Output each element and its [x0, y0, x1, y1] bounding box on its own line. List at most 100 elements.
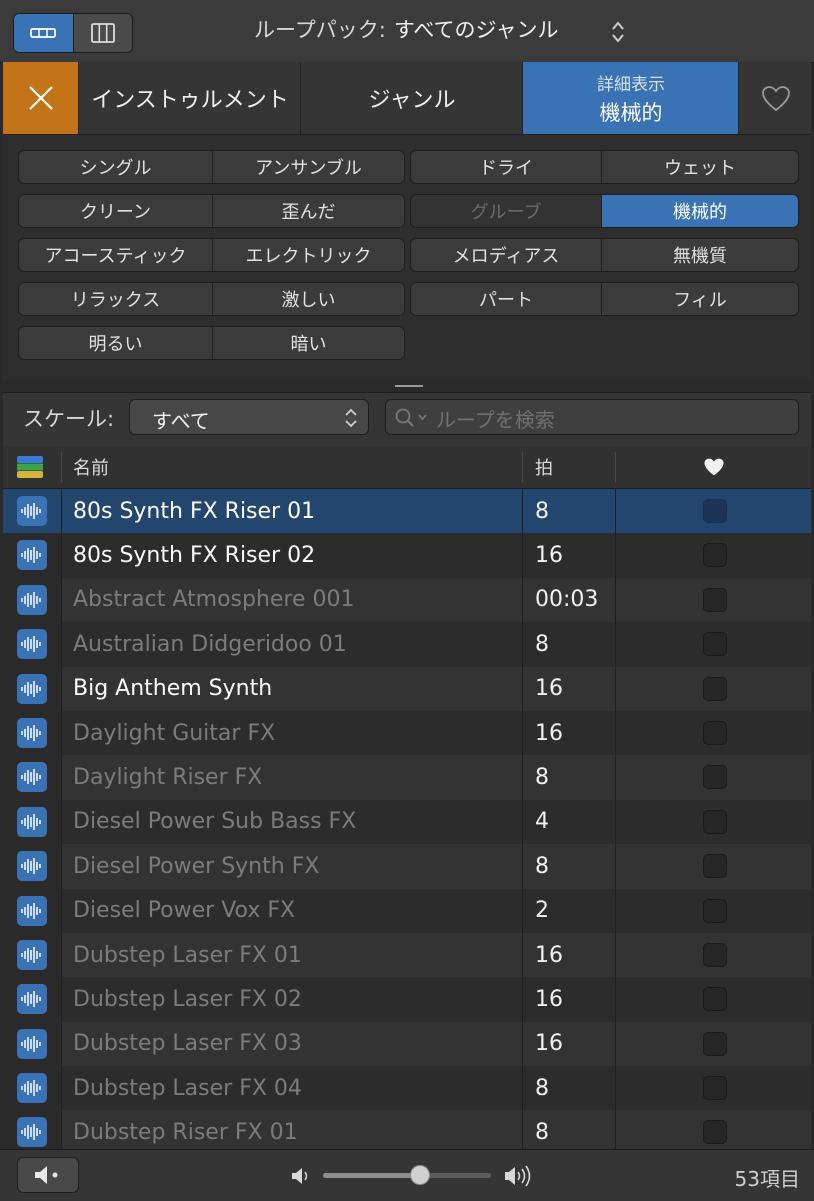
table-row[interactable]: Daylight Riser FX 8: [3, 755, 811, 800]
favorite-checkbox[interactable]: [703, 720, 727, 745]
keyword-part[interactable]: パート: [410, 282, 602, 316]
loop-name: Diesel Power Sub Bass FX: [73, 809, 357, 835]
favorite-checkbox[interactable]: [703, 499, 727, 523]
column-view-button[interactable]: [14, 14, 73, 52]
keyword-ensemble[interactable]: アンサンブル: [212, 150, 405, 184]
speaker-icon: [35, 1166, 58, 1184]
favorite-checkbox[interactable]: [703, 676, 727, 701]
loop-name: Diesel Power Synth FX: [73, 853, 320, 879]
table-row[interactable]: Dubstep Laser FX 02 16: [3, 977, 811, 1022]
volume-slider-knob[interactable]: [410, 1165, 431, 1185]
audio-waveform-icon: [21, 813, 41, 830]
keyword-cheerful[interactable]: 明るい: [18, 326, 213, 360]
keyword-clean[interactable]: クリーン: [18, 194, 213, 228]
button-view-button[interactable]: [72, 14, 132, 52]
favorite-checkbox[interactable]: [703, 765, 727, 790]
preview-speaker-button[interactable]: [17, 1157, 79, 1193]
loop-beats: 2: [535, 898, 549, 924]
favorite-checkbox[interactable]: [703, 1120, 727, 1145]
volume-slider-fill: [323, 1173, 421, 1178]
reset-button[interactable]: [3, 62, 78, 134]
loop-type-icon: [17, 673, 47, 704]
favorite-column-header[interactable]: [703, 446, 725, 488]
color-column-header[interactable]: [17, 446, 43, 488]
keyword-melodic[interactable]: メロディアス: [410, 238, 602, 272]
loop-type-icon: [17, 1117, 47, 1148]
keyword-dry[interactable]: ドライ: [410, 150, 602, 184]
filter-bar: スケール: すべて ループを検索: [3, 392, 811, 448]
scale-label: スケール:: [23, 407, 115, 431]
favorite-checkbox[interactable]: [703, 543, 727, 568]
table-row[interactable]: Big Anthem Synth 16: [3, 666, 811, 711]
loop-pack-value: すべてのジャンル: [393, 18, 559, 42]
loop-type-icon: [17, 806, 47, 837]
loop-list: 80s Synth FX Riser 01 8 80s Synth FX Riser…: [3, 489, 811, 1149]
table-row[interactable]: 80s Synth FX Riser 02 16: [3, 533, 811, 578]
loop-name: Daylight Riser FX: [73, 765, 263, 791]
view-mode-segmented-control[interactable]: [13, 13, 133, 53]
loop-beats: 16: [535, 543, 563, 569]
table-row[interactable]: Diesel Power Synth FX 8: [3, 844, 811, 889]
keyword-single[interactable]: シングル: [18, 150, 213, 184]
favorite-checkbox[interactable]: [703, 987, 727, 1012]
loop-name: Dubstep Riser FX 01: [73, 1120, 298, 1146]
audio-waveform-icon: [21, 902, 41, 919]
keyword-electric[interactable]: エレクトリック: [212, 238, 405, 272]
keyword-groove[interactable]: グルーブ: [410, 194, 602, 228]
keyword-mechanical[interactable]: 機械的: [601, 194, 799, 228]
scale-select[interactable]: すべて: [129, 399, 369, 435]
table-row[interactable]: 80s Synth FX Riser 01 8: [3, 489, 811, 534]
loop-beats: 8: [535, 1075, 549, 1101]
beats-column-header[interactable]: 拍: [535, 446, 553, 488]
tab-instrument[interactable]: インストゥルメント: [78, 62, 301, 134]
table-row[interactable]: Daylight Guitar FX 16: [3, 710, 811, 756]
color-stripes-icon: [17, 456, 43, 478]
updown-chevron-icon[interactable]: [610, 20, 626, 44]
loop-beats: 8: [535, 631, 549, 657]
table-row[interactable]: Diesel Power Vox FX 2: [3, 888, 811, 933]
keyword-dissonant[interactable]: 無機質: [601, 238, 799, 272]
favorite-checkbox[interactable]: [703, 587, 727, 612]
loop-beats: 4: [535, 809, 549, 835]
tab-detail[interactable]: 詳細表示 機械的: [522, 62, 739, 134]
keyword-relaxed[interactable]: リラックス: [18, 282, 213, 316]
loop-name: Australian Didgeridoo 01: [73, 631, 347, 657]
favorite-checkbox[interactable]: [703, 854, 727, 879]
favorite-checkbox[interactable]: [703, 809, 727, 834]
favorite-checkbox[interactable]: [703, 632, 727, 657]
keyword-fill[interactable]: フィル: [601, 282, 799, 316]
loop-pack-selector[interactable]: ループパック: すべてのジャンル: [254, 14, 558, 44]
favorites-tab[interactable]: [738, 62, 812, 134]
loop-type-icon: [17, 984, 47, 1015]
search-input[interactable]: ループを検索: [385, 399, 799, 435]
table-row[interactable]: Dubstep Riser FX 01 8: [3, 1110, 811, 1149]
keyword-button-grid: シングル アンサンブル ドライ ウェット クリーン 歪んだ グルーブ 機械的 ア…: [3, 135, 811, 380]
favorite-checkbox[interactable]: [703, 1031, 727, 1056]
tab-detail-label: 詳細表示: [597, 74, 665, 95]
table-row[interactable]: Abstract Atmosphere 001 00:03: [3, 577, 811, 623]
favorite-checkbox[interactable]: [703, 898, 727, 923]
item-count: 53項目: [734, 1167, 800, 1191]
resize-grip[interactable]: [395, 385, 423, 387]
loop-type-icon: [17, 762, 47, 793]
keyword-distorted[interactable]: 歪んだ: [212, 194, 405, 228]
table-row[interactable]: Dubstep Laser FX 03 16: [3, 1021, 811, 1067]
table-row[interactable]: Dubstep Laser FX 04 8: [3, 1066, 811, 1111]
name-column-header[interactable]: 名前: [73, 446, 109, 488]
close-icon: [28, 86, 53, 110]
search-icon: [395, 408, 427, 427]
loop-pack-label: ループパック:: [254, 18, 386, 42]
table-row[interactable]: Diesel Power Sub Bass FX 4: [3, 799, 811, 845]
keyword-acoustic[interactable]: アコースティック: [18, 238, 213, 272]
keyword-intense[interactable]: 激しい: [212, 282, 405, 316]
favorite-checkbox[interactable]: [703, 942, 727, 967]
table-row[interactable]: Australian Didgeridoo 01 8: [3, 622, 811, 667]
keyword-dark[interactable]: 暗い: [212, 326, 405, 360]
favorite-checkbox[interactable]: [703, 1076, 727, 1101]
table-row[interactable]: Dubstep Laser FX 01 16: [3, 932, 811, 978]
tab-genre[interactable]: ジャンル: [300, 62, 523, 134]
volume-slider[interactable]: [323, 1165, 491, 1185]
audio-waveform-icon: [21, 1035, 41, 1052]
loop-beats: 16: [535, 942, 563, 968]
keyword-wet[interactable]: ウェット: [601, 150, 799, 184]
